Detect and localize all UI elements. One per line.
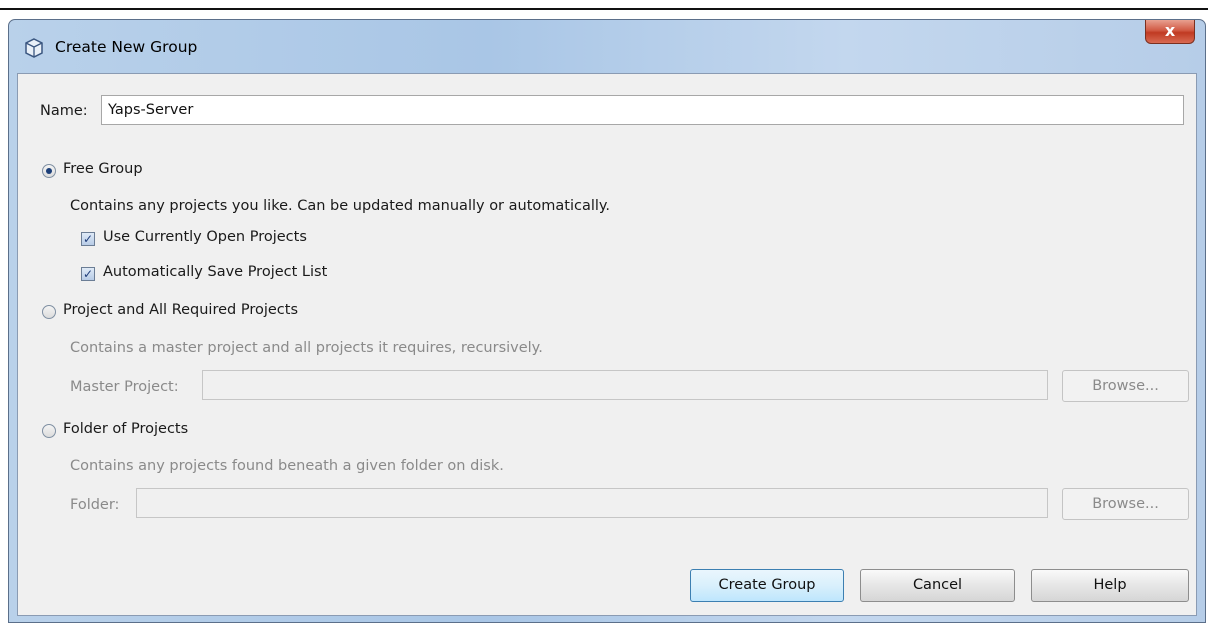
required-projects-radio[interactable] <box>42 305 56 319</box>
dialog-content: Name: Yaps-Server Free Group Contains an… <box>17 73 1197 616</box>
auto-save-label[interactable]: Automatically Save Project List <box>103 264 327 280</box>
create-group-dialog: Create New Group x Name: Yaps-Server Fre… <box>8 19 1206 623</box>
screen-top-line <box>0 8 1208 10</box>
folder-projects-radio[interactable] <box>42 424 56 438</box>
use-open-projects-checkbox[interactable]: ✓ <box>81 232 95 246</box>
master-browse-button[interactable]: Browse... <box>1062 370 1189 402</box>
close-button[interactable]: x <box>1145 20 1195 44</box>
free-group-description: Contains any projects you like. Can be u… <box>70 198 611 214</box>
folder-label: Folder: <box>70 497 120 513</box>
checkmark-icon: ✓ <box>82 267 94 281</box>
use-open-projects-label[interactable]: Use Currently Open Projects <box>103 229 307 245</box>
create-group-button[interactable]: Create Group <box>690 569 844 602</box>
required-projects-label[interactable]: Project and All Required Projects <box>63 302 298 318</box>
auto-save-checkbox[interactable]: ✓ <box>81 267 95 281</box>
required-projects-description: Contains a master project and all projec… <box>70 340 543 356</box>
folder-browse-button[interactable]: Browse... <box>1062 488 1189 520</box>
checkmark-icon: ✓ <box>82 232 94 246</box>
name-label: Name: <box>40 103 88 119</box>
help-button[interactable]: Help <box>1031 569 1189 602</box>
free-group-label[interactable]: Free Group <box>63 161 143 177</box>
master-project-label: Master Project: <box>70 379 179 395</box>
master-project-input[interactable] <box>202 370 1048 400</box>
dialog-title: Create New Group <box>55 38 198 56</box>
folder-projects-description: Contains any projects found beneath a gi… <box>70 458 504 474</box>
title-bar[interactable]: Create New Group x <box>9 20 1205 73</box>
close-icon: x <box>1164 21 1176 40</box>
name-input[interactable]: Yaps-Server <box>101 95 1184 125</box>
cancel-button[interactable]: Cancel <box>860 569 1015 602</box>
free-group-radio[interactable] <box>42 164 56 178</box>
cube-icon <box>25 38 43 58</box>
folder-projects-label[interactable]: Folder of Projects <box>63 421 188 437</box>
folder-input[interactable] <box>136 488 1048 518</box>
